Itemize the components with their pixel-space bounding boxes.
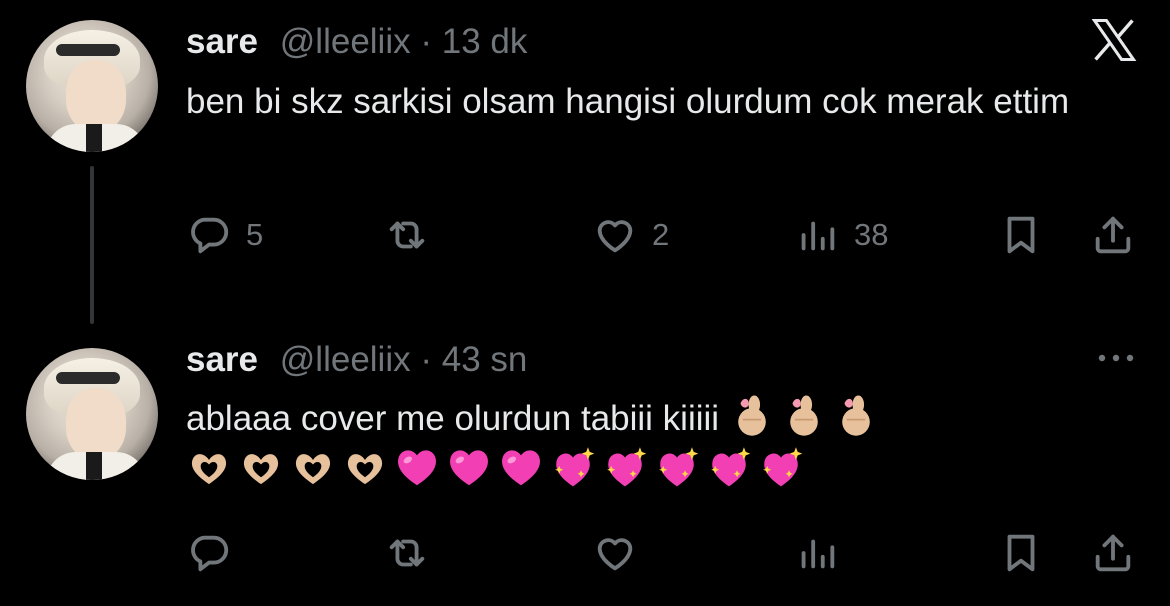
retweet-button[interactable] [384,210,444,260]
tweet[interactable] [0,0,1170,330]
avatar[interactable] [26,20,158,152]
action-bar: 5 2 38 [186,210,1146,260]
finger-heart-emoji [729,392,775,438]
sparkling-heart-emoji [550,445,596,491]
pink-heart-emoji [498,445,544,491]
like-button[interactable]: 2 [592,210,669,260]
share-button[interactable] [1090,210,1136,260]
finger-heart-emoji [781,392,827,438]
author-name[interactable]: sare [186,340,258,379]
views-button[interactable] [794,528,854,578]
reply-count: 5 [246,217,264,252]
separator: · [420,22,432,61]
heart-hands-emoji [342,445,388,491]
share-icon [1090,530,1136,576]
views-button[interactable]: 38 [794,210,888,260]
view-count: 38 [854,217,889,252]
sparkling-heart-emoji [654,445,700,491]
views-bar-icon [794,530,840,576]
sparkling-heart-emoji [758,445,804,491]
action-bar [186,528,1146,578]
author-handle[interactable]: @lleeliix [280,340,411,379]
sparkling-heart-emoji [602,445,648,491]
tweet-text-content: ablaaa cover me olurdun tabiii kiiiii [186,399,720,438]
thread-line [90,166,94,324]
reply-bubble-icon [186,530,232,576]
heart-hands-emoji [186,445,232,491]
avatar[interactable] [26,348,158,480]
timestamp[interactable]: 13 dk [442,22,528,61]
like-button[interactable] [592,528,652,578]
like-count: 2 [652,217,670,252]
tweet-header: sare @lleeliix · 13 dk [186,22,527,62]
tweet-text: ben bi skz sarkisi olsam hangisi olurdum… [186,82,1070,121]
pink-heart-emoji [446,445,492,491]
views-bar-icon [794,212,840,258]
author-name[interactable]: sare [186,22,258,61]
pink-heart-emoji [394,445,440,491]
bookmark-icon [998,212,1044,258]
bookmark-icon [998,530,1044,576]
share-button[interactable] [1090,528,1136,578]
tweet-text: ablaaa cover me olurdun tabiii kiiiii [186,392,1106,498]
tweet-header: sare @lleeliix · 43 sn [186,340,527,380]
finger-heart-emoji [833,392,879,438]
retweet-button[interactable] [384,528,444,578]
heart-hands-emoji [290,445,336,491]
separator: · [420,340,432,379]
more-dots-icon[interactable] [1096,346,1136,370]
x-logo-icon[interactable] [1088,14,1140,66]
reply-button[interactable] [186,528,246,578]
author-handle[interactable]: @lleeliix [280,22,411,61]
timestamp[interactable]: 43 sn [442,340,528,379]
sparkling-heart-emoji [706,445,752,491]
reply-button[interactable]: 5 [186,210,263,260]
retweet-icon [384,530,430,576]
bookmark-button[interactable] [998,528,1044,578]
retweet-icon [384,212,430,258]
share-icon [1090,212,1136,258]
heart-hands-emoji [238,445,284,491]
reply-bubble-icon [186,212,232,258]
heart-outline-icon [592,212,638,258]
heart-outline-icon [592,530,638,576]
bookmark-button[interactable] [998,210,1044,260]
